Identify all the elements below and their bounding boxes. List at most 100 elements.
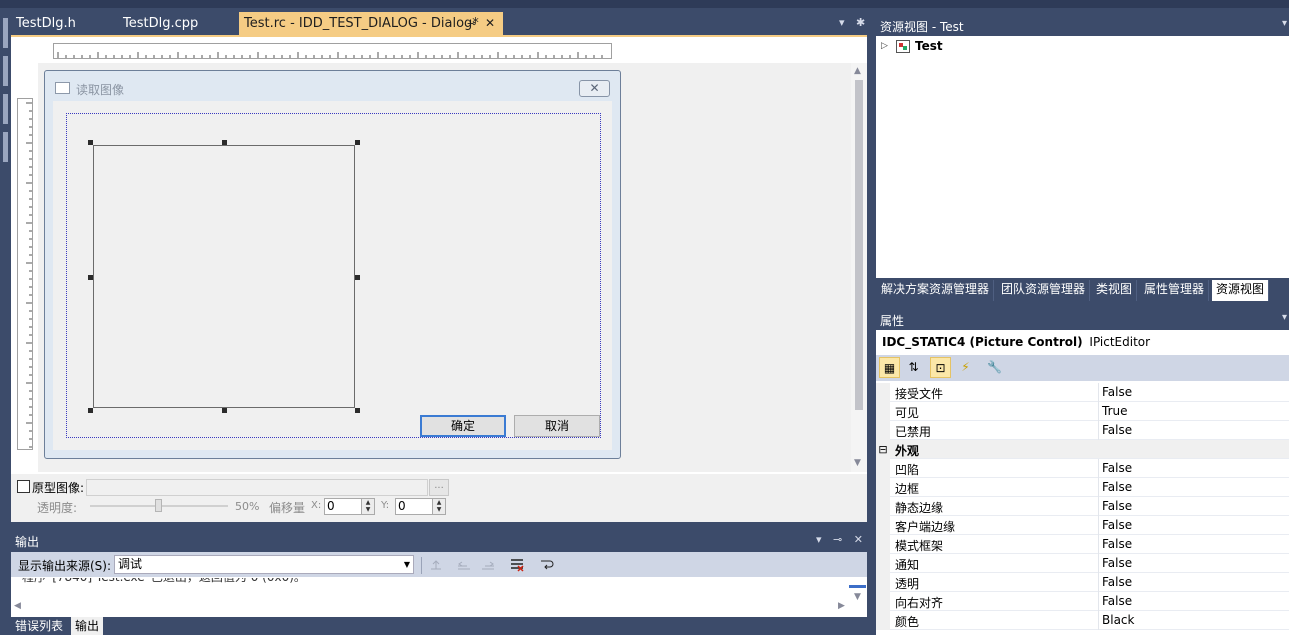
property-value[interactable]: False — [1102, 518, 1132, 532]
resize-handle[interactable] — [355, 408, 360, 413]
gear-icon[interactable]: ✱ — [856, 16, 865, 29]
horizontal-ruler[interactable] — [53, 43, 612, 59]
property-row[interactable]: 模式框架 False — [876, 535, 1289, 554]
property-value[interactable]: False — [1102, 537, 1132, 551]
property-column-divider — [1098, 478, 1099, 497]
offset-x-label: X: — [311, 500, 322, 511]
property-column-divider — [1098, 535, 1099, 554]
prototype-image-checkbox[interactable] — [17, 480, 30, 493]
tab-resource-view[interactable]: 资源视图 — [1212, 280, 1270, 301]
property-row[interactable]: 透明 False — [876, 573, 1289, 592]
property-value[interactable]: False — [1102, 480, 1132, 494]
tab-list-dropdown-icon[interactable]: ▾ — [839, 16, 845, 29]
property-value[interactable]: False — [1102, 594, 1132, 608]
offset-y-spinner[interactable]: ▲ ▼ — [432, 498, 446, 515]
prototype-image-path-field[interactable] — [86, 479, 428, 496]
left-tool-strip[interactable] — [0, 8, 11, 635]
resize-handle[interactable] — [88, 408, 93, 413]
property-value[interactable]: False — [1102, 385, 1132, 399]
pin-icon[interactable]: ⊸ — [467, 12, 476, 35]
tab-testdlg-h[interactable]: TestDlg.h — [11, 12, 117, 35]
resize-handle[interactable] — [355, 275, 360, 280]
events-lightning-icon[interactable]: ⚡ — [955, 357, 976, 378]
resource-view-title: 资源视图 - Test — [880, 20, 964, 34]
property-gutter — [876, 592, 890, 611]
scroll-right-icon[interactable]: ▶ — [838, 601, 845, 611]
resize-handle[interactable] — [222, 140, 227, 145]
word-wrap-icon[interactable] — [539, 557, 555, 573]
panel-menu-icon[interactable]: ▾ — [1282, 312, 1287, 323]
property-row[interactable]: 颜色 Black — [876, 611, 1289, 630]
property-value[interactable]: False — [1102, 575, 1132, 589]
property-column-divider — [1098, 516, 1099, 535]
property-category-row[interactable]: ⊟ 外观 — [876, 440, 1289, 459]
chevron-down-icon[interactable]: ▼ — [404, 556, 410, 573]
property-row[interactable]: 已禁用 False — [876, 421, 1289, 440]
dialog-close-button[interactable]: ✕ — [579, 80, 610, 97]
property-row[interactable]: 接受文件 False — [876, 383, 1289, 402]
property-value[interactable]: False — [1102, 499, 1132, 513]
sort-alphabetical-icon[interactable]: ⇅ — [903, 357, 924, 378]
property-value[interactable]: False — [1102, 556, 1132, 570]
resource-tree[interactable] — [876, 36, 1289, 278]
resize-handle[interactable] — [222, 408, 227, 413]
browse-button[interactable]: ... — [429, 479, 449, 496]
property-row[interactable]: 凹陷 False — [876, 459, 1289, 478]
vertical-ruler[interactable] — [17, 98, 33, 450]
output-panel-header — [11, 529, 867, 552]
scroll-left-icon[interactable]: ◀ — [14, 601, 21, 611]
picture-control[interactable] — [93, 145, 355, 408]
wrench-icon[interactable]: 🔧 — [984, 357, 1005, 378]
resize-handle[interactable] — [88, 275, 93, 280]
expand-arrow-icon[interactable]: ▷ — [881, 41, 888, 51]
ok-button[interactable]: 确定 — [420, 415, 506, 437]
offset-x-input[interactable]: 0 — [324, 498, 362, 515]
window-top-strip — [0, 0, 1289, 8]
selected-object-name: IDC_STATIC4 (Picture Control) — [882, 335, 1083, 349]
previous-message-icon[interactable] — [456, 557, 472, 573]
property-row[interactable]: 可见 True — [876, 402, 1289, 421]
property-value[interactable]: Black — [1102, 613, 1134, 627]
scroll-down-icon[interactable]: ▼ — [854, 458, 861, 468]
offset-x-spinner[interactable]: ▲ ▼ — [361, 498, 375, 515]
next-message-icon[interactable] — [480, 557, 496, 573]
tab-class-view[interactable]: 类视图 — [1092, 280, 1138, 301]
property-value[interactable]: True — [1102, 404, 1128, 418]
tab-test-rc-dialog[interactable]: Test.rc - IDD_TEST_DIALOG - Dialog* ⊸ ✕ — [239, 12, 503, 35]
panel-menu-icon[interactable]: ▾ — [1282, 18, 1287, 29]
resource-root-node[interactable]: Test — [915, 39, 943, 53]
property-row[interactable]: 通知 False — [876, 554, 1289, 573]
output-source-select[interactable]: 调试 ▼ — [114, 555, 414, 574]
categorized-icon[interactable]: ▦ — [879, 357, 900, 378]
property-row[interactable]: 静态边缘 False — [876, 497, 1289, 516]
offset-label: 偏移量 — [269, 501, 306, 515]
property-row[interactable]: 客户端边缘 False — [876, 516, 1289, 535]
scrollbar-thumb[interactable] — [855, 80, 863, 410]
clear-all-icon[interactable] — [509, 557, 525, 573]
resize-handle[interactable] — [355, 140, 360, 145]
property-name: 客户端边缘 — [895, 520, 956, 534]
resize-handle[interactable] — [88, 140, 93, 145]
goto-previous-icon[interactable] — [428, 557, 444, 573]
offset-y-input[interactable]: 0 — [395, 498, 433, 515]
close-icon[interactable]: ✕ — [485, 12, 495, 35]
property-row[interactable]: 向右对齐 False — [876, 592, 1289, 611]
tab-error-list[interactable]: 错误列表 — [11, 617, 67, 635]
cancel-button[interactable]: 取消 — [514, 415, 600, 437]
property-row[interactable]: 边框 False — [876, 478, 1289, 497]
resource-file-icon — [896, 40, 910, 53]
properties-page-icon[interactable]: ⊡ — [930, 357, 951, 378]
panel-controls-icon[interactable]: ▾ ⊸ ✕ — [816, 533, 867, 546]
tab-property-manager[interactable]: 属性管理器 — [1140, 280, 1210, 301]
property-value[interactable]: False — [1102, 461, 1132, 475]
tab-output[interactable]: 输出 — [71, 617, 104, 635]
property-value[interactable]: False — [1102, 423, 1132, 437]
tab-team-explorer[interactable]: 团队资源管理器 — [997, 280, 1091, 301]
scroll-up-icon[interactable]: ▲ — [854, 66, 861, 76]
tab-solution-explorer[interactable]: 解决方案资源管理器 — [877, 280, 995, 301]
scroll-down-icon[interactable]: ▼ — [854, 592, 861, 602]
output-source-value: 调试 — [118, 557, 143, 571]
collapse-icon[interactable]: ⊟ — [876, 440, 890, 459]
tab-testdlg-cpp[interactable]: TestDlg.cpp — [118, 12, 238, 35]
opacity-slider-thumb[interactable] — [155, 499, 162, 512]
